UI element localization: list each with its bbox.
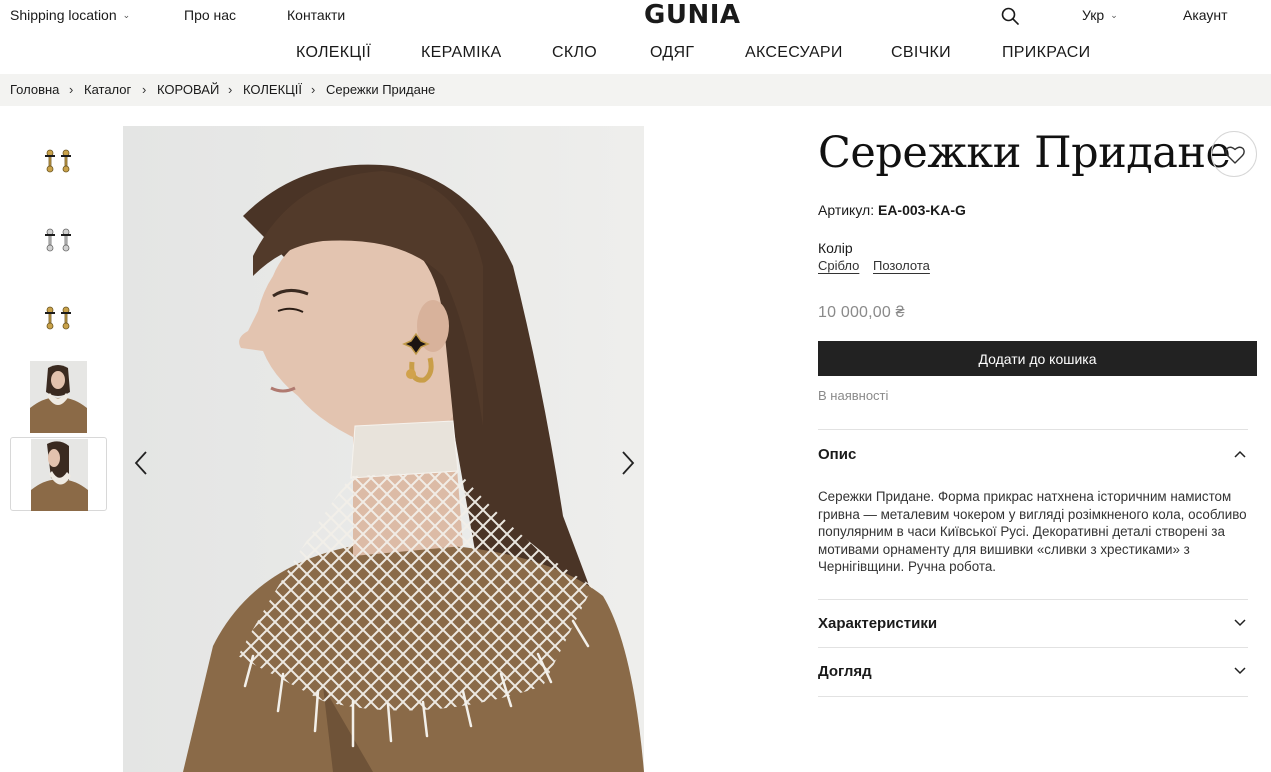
- chevron-down-icon: [1234, 667, 1246, 675]
- thumbnail-model-side[interactable]: [10, 437, 107, 511]
- chevron-down-icon: ⌄: [122, 10, 131, 20]
- shipping-location-selector[interactable]: Shipping location ⌄: [10, 7, 130, 23]
- heart-icon: [1225, 146, 1245, 164]
- chevron-down-icon: ⌄: [1110, 10, 1118, 20]
- nav-collections[interactable]: КОЛЕКЦІЇ: [296, 44, 371, 62]
- language-label: Укр: [1082, 7, 1105, 23]
- chevron-right-icon[interactable]: [614, 448, 640, 478]
- logo[interactable]: GUNIA: [644, 0, 741, 30]
- contacts-link[interactable]: Контакти: [287, 7, 345, 23]
- description-text: Сережки Придане. Форма прикрас натхнена …: [818, 489, 1247, 574]
- divider: [818, 696, 1248, 697]
- color-label: Колір: [818, 240, 853, 256]
- chevron-left-icon[interactable]: [129, 448, 155, 478]
- nav-candles[interactable]: СВІЧКИ: [891, 44, 951, 62]
- breadcrumb-separator: ›: [311, 82, 316, 97]
- chevron-up-icon: [1234, 450, 1246, 458]
- breadcrumb-korovai[interactable]: КОРОВАЙ: [157, 82, 219, 97]
- accordion-description[interactable]: Опис: [818, 440, 1248, 470]
- sku-value: EA-003-KA-G: [877, 202, 966, 218]
- thumbnail-model-front[interactable]: [10, 360, 107, 434]
- nav-accessories[interactable]: АКСЕСУАРИ: [745, 44, 843, 62]
- nav-jewelry[interactable]: ПРИКРАСИ: [1002, 44, 1090, 62]
- breadcrumb-catalog[interactable]: Каталог: [84, 82, 131, 97]
- breadcrumb: Головна › Каталог › КОРОВАЙ › КОЛЕКЦІЇ ›…: [0, 74, 1271, 106]
- add-to-cart-button[interactable]: Додати до кошика: [818, 341, 1257, 376]
- thumbnail-gold-earrings[interactable]: [10, 126, 107, 200]
- chevron-down-icon: [1234, 619, 1246, 627]
- product-sku: Артикул: EA-003-KA-G: [818, 202, 966, 218]
- breadcrumb-collections[interactable]: КОЛЕКЦІЇ: [243, 82, 302, 97]
- color-option-silver[interactable]: Срібло: [818, 258, 859, 273]
- top-bar: Shipping location ⌄ Про нас Контакти GUNI…: [0, 0, 1271, 32]
- color-option-gold[interactable]: Позолота: [873, 258, 930, 273]
- nav-clothing[interactable]: ОДЯГ: [650, 44, 694, 62]
- accordion-care[interactable]: Догляд: [818, 657, 1248, 687]
- divider: [818, 647, 1248, 648]
- accordion-care-label: Догляд: [818, 663, 872, 680]
- breadcrumb-separator: ›: [69, 82, 74, 97]
- product-title: Сережки Придане: [818, 128, 1231, 178]
- sku-label: Артикул:: [818, 202, 875, 218]
- accordion-specifications-label: Характеристики: [818, 615, 938, 632]
- language-selector[interactable]: Укр ⌄: [1082, 7, 1118, 23]
- nav-glass[interactable]: СКЛО: [552, 44, 597, 62]
- nav-ceramics[interactable]: КЕРАМІКА: [421, 44, 501, 62]
- account-link[interactable]: Акаунт: [1183, 7, 1228, 23]
- thumbnail-gold-earrings-detail[interactable]: [10, 280, 107, 354]
- product-price: 10 000,00 ₴: [818, 304, 905, 321]
- main-navigation: КОЛЕКЦІЇ КЕРАМІКА СКЛО ОДЯГ АКСЕСУАРИ СВ…: [0, 44, 1271, 66]
- breadcrumb-home[interactable]: Головна: [10, 82, 59, 97]
- stock-status: В наявності: [818, 388, 889, 403]
- search-icon[interactable]: [1000, 6, 1020, 26]
- breadcrumb-separator: ›: [228, 82, 233, 97]
- accordion-description-label: Опис: [818, 446, 857, 463]
- about-link[interactable]: Про нас: [184, 7, 236, 23]
- favorite-button[interactable]: [1211, 131, 1257, 177]
- divider: [818, 429, 1248, 430]
- thumbnail-silver-earrings[interactable]: [10, 203, 107, 277]
- accordion-specifications[interactable]: Характеристики: [818, 609, 1248, 639]
- breadcrumb-separator: ›: [142, 82, 147, 97]
- product-main-image: [123, 126, 644, 772]
- divider: [818, 599, 1248, 600]
- shipping-location-label: Shipping location: [10, 7, 117, 23]
- breadcrumb-current: Сережки Придане: [326, 82, 436, 97]
